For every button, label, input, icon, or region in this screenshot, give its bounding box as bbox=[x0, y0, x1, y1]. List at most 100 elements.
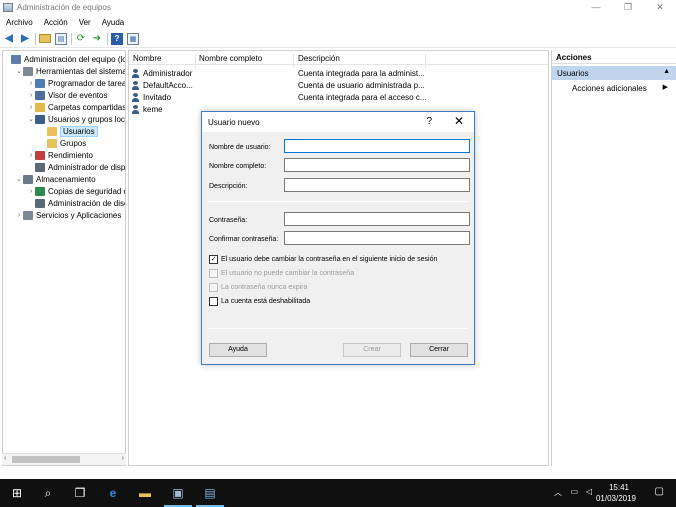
tree-item[interactable]: Administración de disco bbox=[27, 197, 125, 209]
table-row[interactable]: Invitado Cuenta integrada para el acceso … bbox=[129, 91, 548, 103]
toolbar-separator bbox=[71, 32, 72, 45]
collapse-chevron-icon[interactable]: ⌄ bbox=[15, 67, 23, 75]
windows-start-icon[interactable]: ⊞ bbox=[9, 485, 25, 501]
expand-chevron-icon[interactable]: › bbox=[27, 188, 35, 195]
minimize-button[interactable]: — bbox=[580, 0, 612, 14]
menu-accion[interactable]: Acción bbox=[44, 18, 68, 27]
tree-item[interactable]: › Rendimiento bbox=[27, 149, 93, 161]
column-header-description[interactable]: Descripción bbox=[298, 54, 340, 63]
clock-icon bbox=[35, 78, 45, 88]
menu-ver[interactable]: Ver bbox=[79, 18, 91, 27]
column-header-name[interactable]: Nombre bbox=[133, 54, 161, 63]
tree-item[interactable]: › Carpetas compartidas bbox=[27, 101, 126, 113]
close-dialog-icon[interactable]: ✕ bbox=[454, 114, 464, 128]
description-label: Descripción: bbox=[209, 183, 248, 190]
must-change-password-checkbox[interactable]: ✓ El usuario debe cambiar la contraseña … bbox=[209, 255, 437, 264]
actions-section-usuarios[interactable]: Usuarios ▲ bbox=[552, 66, 676, 80]
tree-item[interactable]: ⌄ Almacenamiento bbox=[15, 173, 96, 185]
checkbox-label: El usuario debe cambiar la contraseña en… bbox=[221, 256, 438, 263]
menu-archivo[interactable]: Archivo bbox=[6, 18, 33, 27]
expand-chevron-icon[interactable]: › bbox=[27, 92, 35, 99]
expand-chevron-icon[interactable]: › bbox=[15, 212, 23, 219]
column-divider[interactable] bbox=[293, 54, 294, 68]
tree-item-label: Rendimiento bbox=[48, 150, 93, 160]
actions-pane: Acciones Usuarios ▲ Acciones adicionales… bbox=[551, 50, 676, 466]
tree-item[interactable]: ⌄ Usuarios y grupos locale bbox=[27, 113, 125, 125]
collapse-chevron-icon[interactable]: ⌄ bbox=[15, 175, 23, 183]
help-button[interactable]: Ayuda bbox=[209, 343, 267, 357]
action-pane-icon[interactable]: ▦ bbox=[127, 32, 139, 45]
password-never-expires-checkbox: La contraseña nunca expira bbox=[209, 283, 307, 292]
help-button-icon[interactable]: ? bbox=[426, 116, 432, 127]
fullname-field[interactable] bbox=[284, 158, 470, 172]
forward-arrow-icon[interactable]: ▶ bbox=[19, 33, 31, 45]
column-header-fullname[interactable]: Nombre completo bbox=[199, 54, 262, 63]
search-icon[interactable]: ⌕ bbox=[40, 485, 56, 501]
expand-chevron-icon[interactable]: › bbox=[27, 80, 35, 87]
column-divider[interactable] bbox=[425, 54, 426, 68]
refresh-icon[interactable]: ⟳ bbox=[75, 33, 87, 45]
more-actions-item[interactable]: Acciones adicionales ▶ bbox=[552, 80, 676, 94]
device-manager-icon bbox=[35, 162, 45, 172]
close-button[interactable]: Cerrar bbox=[410, 343, 468, 357]
tree-item[interactable]: Grupos bbox=[39, 137, 86, 149]
volume-icon[interactable]: ◁ bbox=[586, 487, 592, 496]
network-icon[interactable]: ▭ bbox=[570, 487, 578, 496]
tree-item[interactable]: › Servicios y Aplicaciones bbox=[15, 209, 121, 221]
tree-item-label: Usuarios y grupos locale bbox=[48, 114, 125, 124]
table-row[interactable]: DefaultAcco... Cuenta de usuario administ… bbox=[129, 79, 548, 91]
checkbox-checked-icon[interactable]: ✓ bbox=[209, 255, 218, 264]
help-icon[interactable]: ? bbox=[111, 32, 123, 45]
tree-item-label: Grupos bbox=[60, 138, 87, 148]
export-list-icon[interactable]: ➜ bbox=[91, 33, 103, 45]
back-arrow-icon[interactable]: ◀ bbox=[3, 33, 15, 45]
scroll-left-icon[interactable]: ‹ bbox=[4, 455, 6, 462]
file-explorer-icon[interactable]: ▬ bbox=[137, 485, 153, 501]
close-window-button[interactable]: ✕ bbox=[644, 0, 676, 14]
notifications-icon[interactable]: ▢ bbox=[655, 486, 664, 497]
expand-chevron-icon[interactable]: › bbox=[27, 152, 35, 159]
password-field[interactable] bbox=[284, 212, 470, 226]
up-folder-icon[interactable] bbox=[39, 34, 51, 43]
checkbox-label: La contraseña nunca expira bbox=[221, 284, 308, 291]
collapse-caret-icon[interactable]: ▲ bbox=[663, 68, 670, 75]
description-field[interactable] bbox=[284, 178, 470, 192]
checkbox-unchecked-icon[interactable] bbox=[209, 297, 218, 306]
storage-icon bbox=[23, 174, 33, 184]
maximize-button[interactable]: ❐ bbox=[612, 0, 644, 14]
tree-horizontal-scrollbar[interactable]: ‹ › bbox=[2, 453, 126, 465]
tray-chevron-icon[interactable]: ︿ bbox=[554, 487, 562, 498]
user-icon bbox=[131, 93, 140, 102]
server-manager-icon[interactable]: ▣ bbox=[164, 485, 192, 507]
tree-item[interactable]: Usuarios bbox=[39, 125, 98, 137]
task-view-icon[interactable]: ❐ bbox=[72, 485, 88, 501]
folder-icon bbox=[47, 126, 57, 136]
tree-item[interactable]: ⌄ Herramientas del sistema bbox=[15, 65, 125, 77]
column-divider[interactable] bbox=[195, 54, 196, 68]
collapse-chevron-icon[interactable]: ⌄ bbox=[27, 115, 35, 123]
scrollbar-thumb[interactable] bbox=[12, 456, 80, 463]
expand-chevron-icon[interactable]: › bbox=[27, 104, 35, 111]
menu-ayuda[interactable]: Ayuda bbox=[102, 18, 125, 27]
clock-time[interactable]: 15:41 bbox=[609, 483, 629, 492]
backup-icon bbox=[35, 186, 45, 196]
actions-section-label: Usuarios bbox=[557, 69, 589, 78]
create-button: Crear bbox=[343, 343, 401, 357]
tree-item-label: Carpetas compartidas bbox=[48, 102, 126, 112]
username-field[interactable] bbox=[284, 139, 470, 153]
confirm-password-field[interactable] bbox=[284, 231, 470, 245]
tree-item[interactable]: › Visor de eventos bbox=[27, 89, 107, 101]
account-disabled-checkbox[interactable]: La cuenta está deshabilitada bbox=[209, 297, 310, 306]
clock-date[interactable]: 01/03/2019 bbox=[596, 494, 636, 503]
tree-item[interactable]: Administración del equipo (loc bbox=[3, 53, 125, 65]
computer-management-taskbar-icon[interactable]: ▤ bbox=[196, 485, 224, 507]
table-row[interactable]: Administrador Cuenta integrada para la ad… bbox=[129, 67, 548, 79]
show-hide-tree-icon[interactable]: ▤ bbox=[55, 32, 67, 45]
tree-item[interactable]: › Programador de tareas bbox=[27, 77, 125, 89]
event-viewer-icon bbox=[35, 90, 45, 100]
tree-item[interactable]: › Copias de seguridad de bbox=[27, 185, 125, 197]
tree-item-label: Usuarios bbox=[60, 125, 98, 137]
internet-explorer-icon[interactable]: e bbox=[105, 485, 121, 501]
tree-item[interactable]: Administrador de dispo bbox=[27, 161, 125, 173]
scroll-right-icon[interactable]: › bbox=[122, 455, 124, 462]
